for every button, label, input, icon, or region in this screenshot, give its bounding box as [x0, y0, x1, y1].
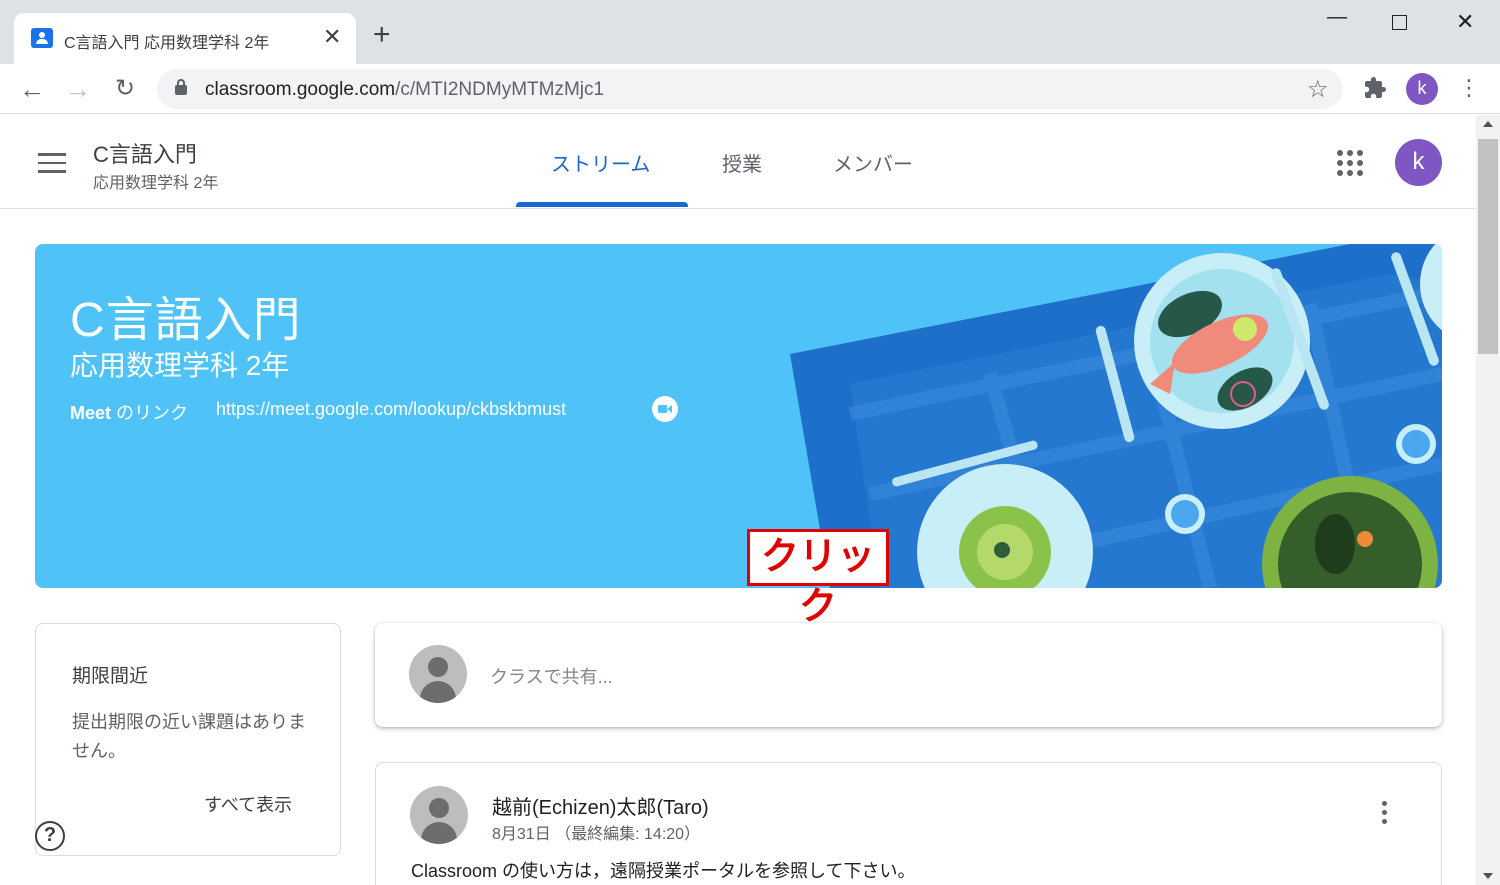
- url-path: /c/MTI2NDMyMTMzMjc1: [395, 79, 605, 100]
- account-avatar[interactable]: k: [1395, 139, 1442, 186]
- lock-icon: [175, 79, 187, 95]
- banner-class-name: C言語入門: [70, 294, 302, 347]
- upcoming-title: 期限間近: [72, 666, 149, 687]
- active-tab-indicator: [516, 202, 688, 207]
- tab-members[interactable]: メンバー: [833, 148, 913, 177]
- header-class-name[interactable]: C言語入門: [93, 137, 197, 169]
- reload-icon[interactable]: ↻: [110, 74, 140, 104]
- class-banner: C言語入門 応用数理学科 2年 Meet のリンク https://meet.g…: [35, 244, 1442, 588]
- share-with-class-box[interactable]: クラスで共有...: [375, 623, 1442, 727]
- upcoming-empty-text: 提出期限の近い課題はありません。: [72, 712, 306, 761]
- click-annotation-label: クリック: [747, 529, 889, 628]
- post-body-text: Classroom の使い方は，遠隔授業ポータルを参照して下さい。: [411, 861, 916, 881]
- browser-tab-title: C言語入門 応用数理学科 2年: [64, 35, 270, 52]
- help-question-icon[interactable]: ?: [35, 821, 65, 851]
- browser-menu-kebab-icon[interactable]: ⋮: [1458, 74, 1480, 102]
- browser-toolbar: ← → ↻ classroom.google.com/c/MTI2NDMyMTM…: [0, 64, 1500, 114]
- header-class-section: 応用数理学科 2年: [93, 175, 219, 192]
- meet-link-label: Meet のリンク: [70, 399, 188, 425]
- browser-profile-avatar[interactable]: k: [1406, 73, 1438, 105]
- classroom-favicon-icon: [31, 28, 53, 48]
- forward-arrow-icon[interactable]: →: [63, 74, 93, 104]
- tab-classwork[interactable]: 授業: [722, 148, 762, 177]
- browser-tabstrip: C言語入門 応用数理学科 2年 ✕ + — ✕: [0, 0, 1500, 64]
- meet-label-bold: Meet: [70, 403, 112, 423]
- meet-video-icon[interactable]: [652, 396, 678, 422]
- bookmark-star-icon[interactable]: ☆: [1307, 75, 1329, 104]
- extensions-puzzle-icon[interactable]: [1363, 76, 1387, 100]
- meet-label-rest: のリンク: [111, 403, 189, 423]
- share-placeholder: クラスで共有...: [490, 667, 613, 687]
- post-author-name: 越前(Echizen)太郎(Taro): [492, 797, 709, 819]
- url-text[interactable]: classroom.google.com/c/MTI2NDMyMTMzMjc1: [205, 79, 604, 101]
- view-all-link[interactable]: すべて表示: [204, 791, 292, 817]
- page-scrollbar[interactable]: [1476, 115, 1500, 885]
- user-avatar-icon: [409, 645, 467, 703]
- tab-stream[interactable]: ストリーム: [551, 148, 650, 177]
- upcoming-card: 期限間近 提出期限の近い課題はありません。 すべて表示: [35, 623, 341, 856]
- window-close-button[interactable]: ✕: [1456, 9, 1474, 35]
- post-date: 8月31日 （最終編集: 14:20）: [492, 826, 701, 843]
- google-apps-grid-icon[interactable]: [1337, 150, 1363, 176]
- window-maximize-button[interactable]: [1392, 15, 1407, 30]
- meet-link-url[interactable]: https://meet.google.com/lookup/ckbskbmus…: [216, 399, 566, 420]
- back-arrow-icon[interactable]: ←: [17, 74, 47, 104]
- main-menu-hamburger-icon[interactable]: [38, 153, 66, 173]
- tab-close-icon[interactable]: ✕: [323, 25, 341, 49]
- browser-tab[interactable]: C言語入門 応用数理学科 2年 ✕: [14, 13, 356, 64]
- post-author-avatar-icon: [410, 786, 468, 844]
- classroom-app: C言語入門 応用数理学科 2年 ストリーム 授業 メンバー k C言語入門 応用…: [0, 115, 1476, 885]
- scroll-down-arrow-icon[interactable]: [1483, 873, 1493, 879]
- banner-class-section: 応用数理学科 2年: [70, 350, 290, 381]
- url-host: classroom.google.com: [205, 79, 396, 100]
- scroll-up-arrow-icon[interactable]: [1483, 121, 1493, 127]
- window-minimize-button[interactable]: —: [1327, 6, 1347, 29]
- address-bar[interactable]: classroom.google.com/c/MTI2NDMyMTMzMjc1 …: [157, 69, 1343, 109]
- new-tab-button[interactable]: +: [373, 20, 391, 50]
- stream-post: 越前(Echizen)太郎(Taro) 8月31日 （最終編集: 14:20） …: [375, 762, 1442, 885]
- app-header: C言語入門 応用数理学科 2年 ストリーム 授業 メンバー k: [0, 115, 1476, 209]
- post-options-kebab-icon[interactable]: [1382, 801, 1390, 828]
- scrollbar-thumb[interactable]: [1478, 139, 1498, 354]
